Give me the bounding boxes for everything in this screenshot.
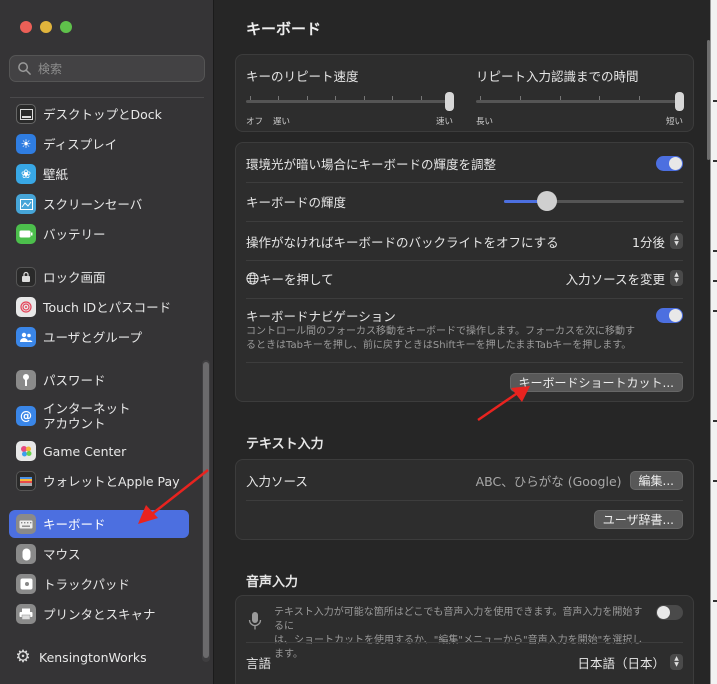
- arrow-to-shortcuts: [477, 386, 530, 422]
- background-window-edge: [710, 0, 717, 684]
- arrow-to-keyboard: [138, 469, 209, 524]
- settings-window: デスクトップとDock ☀ ディスプレイ ❀ 壁紙 スクリーンセーバ バッテリー…: [0, 0, 710, 684]
- annotation-arrows: [138, 386, 530, 524]
